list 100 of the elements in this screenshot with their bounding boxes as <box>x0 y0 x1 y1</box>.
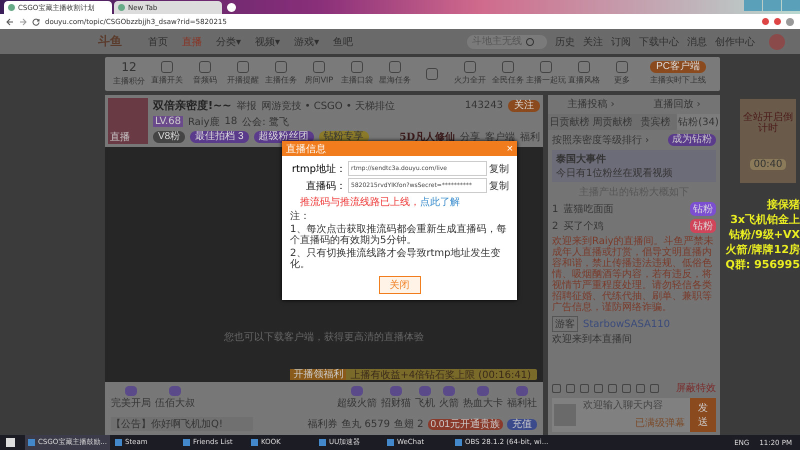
recharge-button[interactable]: 充值 <box>507 418 537 430</box>
gift-item[interactable]: 热血大卡 <box>463 386 503 410</box>
join-fans-button[interactable]: 成为钻粉 <box>668 134 716 146</box>
forward-icon[interactable] <box>19 18 27 26</box>
pc-client-button[interactable]: PC客户端 <box>650 61 706 73</box>
rank-hint[interactable]: 按照亲密度等级排行 › <box>552 133 650 147</box>
overlay-text: 火箭/牌牌12房 <box>726 243 800 257</box>
tool-label[interactable]: 直播风格 <box>568 74 600 86</box>
gift-item[interactable]: 伍佰大叔 <box>155 386 195 410</box>
input-hint: 已满级弹幕 <box>635 416 685 430</box>
rank-tab[interactable]: 钻粉(34) <box>677 114 720 130</box>
new-tab-icon[interactable] <box>227 3 236 12</box>
promo-banner[interactable]: 开播领福利 上播有收益+4倍钻石奖上限 (00:16:41) <box>290 369 537 380</box>
header-link[interactable]: 创作中心 <box>715 34 756 48</box>
header-link[interactable]: 历史 <box>555 34 576 48</box>
tool-label[interactable]: 音频码 <box>192 74 217 86</box>
gift-item[interactable]: 福利社 <box>507 386 537 410</box>
windows-start-icon[interactable] <box>6 438 15 447</box>
tool-icon[interactable] <box>274 61 287 73</box>
points-label: 主播积分 <box>112 76 145 87</box>
copy-link[interactable]: 复制 <box>489 162 509 176</box>
gift-item[interactable]: 火箭 <box>439 386 459 410</box>
header-link[interactable]: 消息 <box>687 34 708 48</box>
stream-link[interactable]: 分享 <box>460 130 480 144</box>
nav-link[interactable]: 分类▾ <box>216 34 242 48</box>
overlay-text: 钻粉/9级+VX <box>729 228 800 242</box>
stream-link[interactable]: 客户端 <box>485 130 515 144</box>
search-icon[interactable] <box>526 38 534 46</box>
tool-label[interactable]: 直播开关 <box>150 74 183 86</box>
back-icon[interactable] <box>6 18 14 26</box>
tool-label[interactable]: 全民任务 <box>492 74 524 86</box>
copy-link[interactable]: 复制 <box>489 178 509 192</box>
nav-link[interactable]: 首页 <box>148 34 168 48</box>
nav-link[interactable]: 视频▾ <box>255 34 280 48</box>
shield-effects-toggle[interactable]: 屏蔽特效 <box>676 381 716 395</box>
follow-button[interactable]: 关注 <box>508 100 540 112</box>
gift-item[interactable]: 飞机 <box>415 386 435 410</box>
tool-icon[interactable] <box>312 61 325 73</box>
tool-icon[interactable] <box>578 61 590 73</box>
panel-link[interactable]: 主播投稿 › <box>567 97 615 111</box>
event-title: 泰国大事件 <box>556 152 606 166</box>
header-link[interactable]: 关注 <box>583 34 604 48</box>
rank-tab[interactable]: 贵宾榜 <box>634 114 677 130</box>
tool-label[interactable]: 主播口袋 <box>340 74 373 86</box>
nav-link[interactable]: 鱼吧 <box>333 34 354 48</box>
send-button[interactable]: 发送 <box>690 398 716 432</box>
fan-tag[interactable]: 超级粉丝团 <box>254 131 314 143</box>
tool-icon[interactable] <box>540 61 552 73</box>
noble-button[interactable]: 0.01元开通贵族 <box>428 418 503 430</box>
header-link[interactable]: 订阅 <box>611 34 632 48</box>
close-button[interactable]: × <box>506 142 513 154</box>
rank-tab[interactable]: 日贡献榜 <box>548 114 591 130</box>
learn-more-link[interactable]: 点此了解 <box>420 195 460 209</box>
chat-text: 欢迎来到本直播间 <box>552 332 632 346</box>
profile-avatar[interactable] <box>786 18 794 26</box>
tool-icon[interactable] <box>464 61 476 73</box>
tool-label[interactable]: 开播提醒 <box>226 74 259 86</box>
gift-item[interactable]: 招财猫 <box>381 386 411 410</box>
overlay-text: 接保猪 <box>767 198 800 212</box>
tool-icon[interactable] <box>236 61 249 73</box>
gift-item[interactable]: 超级火箭 <box>337 386 377 410</box>
header-link[interactable]: 下载中心 <box>639 34 680 48</box>
points-count: 12 <box>121 60 137 74</box>
promo-card[interactable]: 全站开启倒计时 00:40 <box>740 99 796 183</box>
welfare-link[interactable]: 福利券 <box>307 417 338 432</box>
dialog-title: 直播信息 <box>286 142 326 156</box>
fan-name: 蓝猫吃面面 <box>563 202 614 216</box>
stream-link[interactable]: 福利 <box>520 130 540 144</box>
category-path[interactable]: 网游竞技 • CSGO • 天梯排位 <box>261 98 395 112</box>
tool-label[interactable]: 更多 <box>614 74 630 86</box>
nav-link[interactable]: 直播 <box>182 34 202 48</box>
tool-icon[interactable] <box>350 61 363 73</box>
chat-username[interactable]: StarbowSASA110 <box>583 318 670 330</box>
tool-label[interactable]: 主播任务 <box>264 74 297 86</box>
rank-tab[interactable]: 周贡献榜 <box>591 114 634 130</box>
tool-icon[interactable] <box>616 61 628 73</box>
overlay-text: 3x飞机铂金上 <box>730 213 800 227</box>
tool-label[interactable]: 星海任务 <box>378 74 411 86</box>
report-link[interactable]: 举报 <box>236 98 256 112</box>
site-logo[interactable]: 斗鱼 <box>98 33 122 50</box>
game-ad-logo[interactable]: 5D凡人修仙 <box>399 130 455 144</box>
fan-tag[interactable]: V8粉 <box>153 131 186 143</box>
tool-label[interactable]: 火力全开 <box>454 74 486 86</box>
follower-count: 143243 <box>464 100 503 111</box>
overlay-text: Q群: 956995 <box>725 258 800 272</box>
tool-icon[interactable] <box>160 61 173 73</box>
reload-icon[interactable] <box>32 18 40 26</box>
close-dialog-button[interactable]: 关闭 <box>378 276 420 294</box>
event-banner[interactable]: 泰国大事件 今日有1位粉丝在观看视频 <box>552 150 716 182</box>
user-avatar[interactable] <box>769 34 786 50</box>
tool-icon[interactable] <box>198 61 211 73</box>
tool-label[interactable]: 房间VIP <box>304 74 333 86</box>
gift-item[interactable]: 完美开局 <box>111 386 151 410</box>
tool-icon[interactable] <box>388 61 401 73</box>
fan-tag[interactable]: 最佳拍档 3 <box>190 131 249 143</box>
nav-link[interactable]: 游戏▾ <box>294 34 320 48</box>
tool-icon[interactable] <box>502 61 514 73</box>
panel-link[interactable]: 直播回放 › <box>653 97 701 111</box>
system-message: 欢迎来到Raiy的直播间。斗鱼严禁未成年人直播或打赏，倡导文明直播内容和谐，禁止传播违法违规、低俗色情、吸烟酗酒等内容，若有违反，将视情节严重程度处理。请勿轻信各类招聘征婚、代练代抽、刷单、兼职等广告信息，谨防网络诈骗。 <box>550 236 715 313</box>
fish-ball-count: 鱼丸 6579 <box>341 418 390 432</box>
